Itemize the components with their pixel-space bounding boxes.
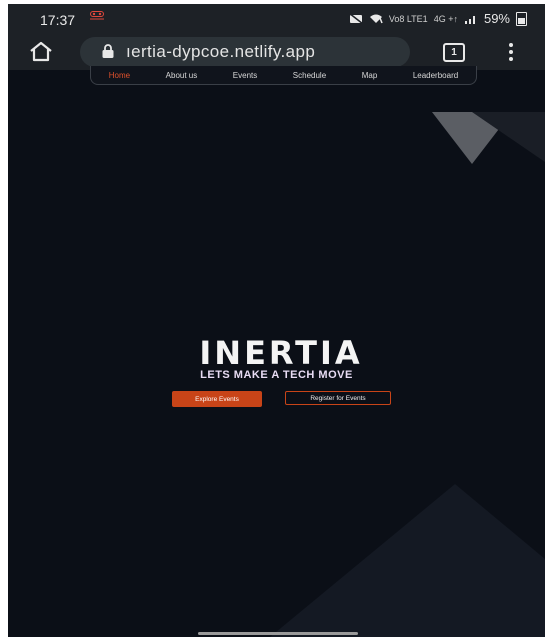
battery-icon xyxy=(516,11,527,26)
address-bar[interactable]: ıertia-dypcoe.netlify.app xyxy=(80,37,410,67)
more-menu-icon[interactable] xyxy=(508,43,514,61)
network-speed-label: 4G +↑ xyxy=(433,13,458,24)
nav-map[interactable]: Map xyxy=(358,71,382,80)
battery-percent: 59% xyxy=(483,11,510,26)
url-text: ıertia-dypcoe.netlify.app xyxy=(126,42,316,61)
decorative-triangle-top xyxy=(432,112,545,164)
home-icon[interactable] xyxy=(28,40,54,64)
screen-record-icon xyxy=(90,11,104,20)
tagline: LETS MAKE A TECH MOVE xyxy=(200,369,353,381)
network-type-label: Vo8 LTE1 xyxy=(388,13,428,24)
nav-leaderboard[interactable]: Leaderboard xyxy=(409,71,462,80)
status-time: 17:37 xyxy=(40,12,76,28)
status-icons: Vo8 LTE1 4G +↑ 59% xyxy=(348,11,527,26)
register-events-button[interactable]: Register for Events xyxy=(285,391,391,405)
nav-home[interactable]: Home xyxy=(105,71,134,80)
site-nav: Home About us Events Schedule Map Leader… xyxy=(90,66,477,85)
decorative-triangle-bottom xyxy=(270,484,545,637)
inertia-logo: INERTIA xyxy=(199,336,362,368)
nav-about-us[interactable]: About us xyxy=(162,71,202,80)
svg-text:INERTIA: INERTIA xyxy=(199,336,362,368)
phone-screen: 17:37 Vo8 LTE1 4G +↑ 59% ıertia-dypcoe.n… xyxy=(8,4,545,637)
explore-events-button[interactable]: Explore Events xyxy=(172,391,262,407)
no-wifi-icon xyxy=(369,14,383,24)
browser-toolbar: ıertia-dypcoe.netlify.app 1 xyxy=(8,34,545,70)
nav-schedule[interactable]: Schedule xyxy=(289,71,330,80)
mute-vibrate-icon xyxy=(348,13,363,24)
gesture-nav-bar[interactable] xyxy=(198,632,358,635)
tab-switcher-button[interactable]: 1 xyxy=(443,43,465,62)
signal-icon xyxy=(464,16,475,24)
status-bar: 17:37 Vo8 LTE1 4G +↑ 59% xyxy=(8,4,545,34)
nav-events[interactable]: Events xyxy=(229,71,261,80)
lock-icon xyxy=(102,44,114,58)
